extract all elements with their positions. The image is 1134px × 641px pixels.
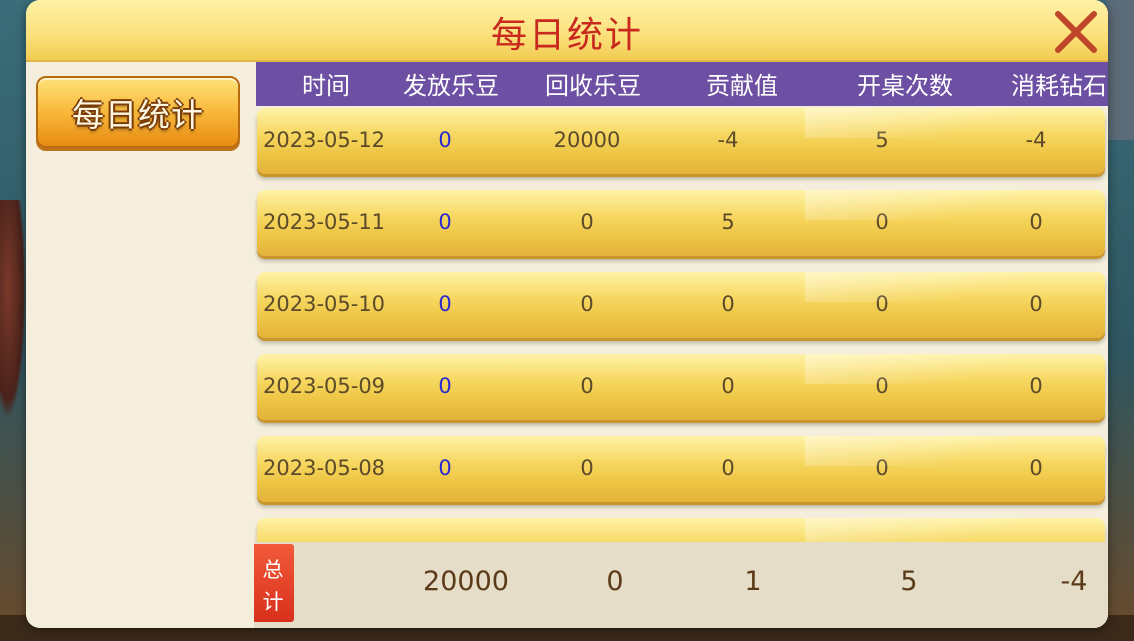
- background-side-panel: [1106, 0, 1134, 140]
- cell-contribution: 0: [721, 292, 735, 316]
- column-header-recovered: 回收乐豆: [545, 72, 641, 100]
- table-header: 时间 发放乐豆 回收乐豆 贡献值 开桌次数 消耗钻石: [256, 62, 1108, 106]
- cell-diamonds-used: -4: [1025, 128, 1047, 152]
- tab-daily-stats[interactable]: 每日统计: [36, 76, 240, 148]
- cell-recovered: 0: [580, 374, 594, 398]
- cell-diamonds-used: 0: [1029, 456, 1043, 480]
- table-row[interactable]: 2023-05-11 0 0 5 0 0: [257, 190, 1105, 256]
- table-row[interactable]: 2023-05-09 0 0 0 0 0: [257, 354, 1105, 420]
- cell-recovered: 20000: [553, 128, 621, 152]
- total-tag: 总 计: [254, 544, 294, 622]
- cell-issued: 0: [438, 374, 452, 398]
- cell-contribution: 0: [721, 456, 735, 480]
- cell-recovered: 0: [580, 292, 594, 316]
- cell-date: 2023-05-08: [263, 456, 386, 480]
- cell-date: 2023-05-11: [263, 210, 386, 234]
- cell-diamonds-used: 0: [1029, 210, 1043, 234]
- cell-date: 2023-05-12: [263, 128, 386, 152]
- cell-issued: 0: [438, 210, 452, 234]
- cell-tables-opened: 0: [875, 292, 889, 316]
- cell-issued: 0: [438, 128, 452, 152]
- total-bar: 总 计 20000 0 1 5 -4: [254, 542, 1108, 628]
- background-figure: [0, 200, 26, 420]
- column-header-contribution: 贡献值: [706, 72, 778, 100]
- total-diamonds-used: -4: [1060, 566, 1088, 597]
- cell-diamonds-used: 0: [1029, 292, 1043, 316]
- column-header-diamonds-used: 消耗钻石: [1011, 72, 1107, 100]
- cell-date: 2023-05-09: [263, 374, 386, 398]
- dialog-title: 每日统计: [490, 15, 643, 56]
- total-tag-line2: 计: [262, 590, 284, 614]
- cell-issued: 0: [438, 456, 452, 480]
- cell-tables-opened: 0: [875, 374, 889, 398]
- table-row[interactable]: 2023-05-10 0 0 0 0 0: [257, 272, 1105, 338]
- dialog-header: 每日统计: [26, 0, 1108, 62]
- daily-stats-dialog: 每日统计 每日统计 时间 发放乐豆 回收乐豆 贡献值 开桌次数 消耗钻石 202…: [26, 0, 1108, 628]
- total-issued: 20000: [423, 566, 509, 597]
- cell-tables-opened: 0: [875, 456, 889, 480]
- cell-contribution: 0: [721, 374, 735, 398]
- column-header-tables-opened: 开桌次数: [857, 72, 953, 100]
- cell-tables-opened: 0: [875, 210, 889, 234]
- cell-contribution: -4: [717, 128, 739, 152]
- table-body: 2023-05-12 0 20000 -4 5 -4 2023-05-11 0 …: [254, 108, 1108, 584]
- cell-date: 2023-05-10: [263, 292, 386, 316]
- sidebar: 每日统计: [26, 62, 254, 628]
- close-icon: [1055, 11, 1097, 53]
- cell-contribution: 5: [721, 210, 735, 234]
- cell-issued: 0: [438, 292, 452, 316]
- column-header-time: 时间: [302, 72, 350, 100]
- cell-recovered: 0: [580, 210, 594, 234]
- cell-tables-opened: 5: [875, 128, 889, 152]
- cell-recovered: 0: [580, 456, 594, 480]
- total-recovered: 0: [606, 566, 624, 597]
- table-row[interactable]: 2023-05-12 0 20000 -4 5 -4: [257, 108, 1105, 174]
- table-row[interactable]: 2023-05-08 0 0 0 0 0: [257, 436, 1105, 502]
- cell-diamonds-used: 0: [1029, 374, 1043, 398]
- column-header-issued: 发放乐豆: [403, 72, 499, 100]
- total-contribution: 1: [744, 566, 762, 597]
- tab-daily-stats-label: 每日统计: [71, 96, 204, 134]
- total-tables-opened: 5: [900, 566, 918, 597]
- stats-table: 时间 发放乐豆 回收乐豆 贡献值 开桌次数 消耗钻石 2023-05-12 0 …: [254, 62, 1108, 628]
- close-button[interactable]: [1050, 6, 1102, 58]
- total-tag-line1: 总: [262, 558, 284, 582]
